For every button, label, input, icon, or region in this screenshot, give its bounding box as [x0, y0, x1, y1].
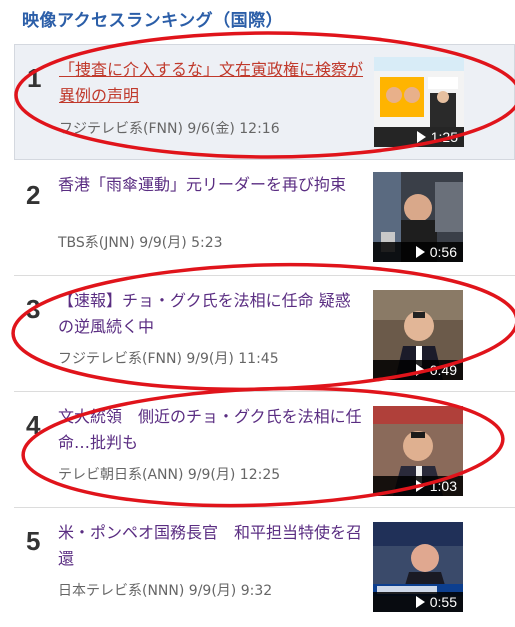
- source-timestamp: フジテレビ系(FNN) 9/9(月) 11:45: [58, 351, 279, 367]
- duration-badge: 1:25: [374, 127, 464, 147]
- rank-number: 3: [26, 294, 41, 324]
- article-title-link[interactable]: 「捜査に介入するな」文在寅政権に検察が異例の声明: [59, 57, 364, 109]
- ranking-item-3[interactable]: 3 【速報】チョ・グク氏を法相に任命 疑惑の逆風続く中 フジテレビ系(FNN) …: [14, 276, 515, 392]
- duration-badge: 1:03: [373, 476, 463, 496]
- article-title-link[interactable]: 【速報】チョ・グク氏を法相に任命 疑惑の逆風続く中: [58, 288, 363, 340]
- ranking-item-2[interactable]: 2 香港「雨傘運動」元リーダーを再び拘束 TBS系(JNN) 9/9(月) 5:…: [14, 160, 515, 276]
- rank-number: 4: [26, 410, 41, 440]
- rank-number: 1: [27, 63, 42, 93]
- video-thumbnail[interactable]: 1:03: [373, 406, 463, 496]
- duration-badge: 0:55: [373, 592, 463, 612]
- video-thumbnail[interactable]: 0:55: [373, 522, 463, 612]
- play-icon: [415, 480, 425, 492]
- ranking-item-4[interactable]: 4 文大統領 側近のチョ・グク氏を法相に任命…批判も テレビ朝日系(ANN) 9…: [14, 392, 515, 508]
- play-icon: [415, 364, 425, 376]
- video-duration: 1:03: [429, 478, 457, 494]
- video-duration: 0:49: [429, 362, 457, 378]
- play-icon: [415, 246, 425, 258]
- video-thumbnail[interactable]: 0:49: [373, 290, 463, 380]
- article-title-link[interactable]: 米・ポンペオ国務長官 和平担当特使を召還: [58, 520, 363, 572]
- video-duration: 1:25: [430, 129, 458, 145]
- video-duration: 0:55: [429, 594, 457, 610]
- article-title-link[interactable]: 文大統領 側近のチョ・グク氏を法相に任命…批判も: [58, 404, 363, 456]
- play-icon: [415, 596, 425, 608]
- rank-number: 2: [26, 180, 41, 210]
- source-timestamp: テレビ朝日系(ANN) 9/9(月) 12:25: [58, 467, 281, 483]
- rank-number: 5: [26, 526, 41, 556]
- play-icon: [416, 131, 426, 143]
- source-timestamp: 日本テレビ系(NNN) 9/9(月) 9:32: [58, 583, 273, 599]
- duration-badge: 0:49: [373, 360, 463, 380]
- video-thumbnail[interactable]: 0:56: [373, 172, 463, 262]
- video-duration: 0:56: [429, 244, 457, 260]
- source-timestamp: フジテレビ系(FNN) 9/6(金) 12:16: [59, 121, 280, 137]
- duration-badge: 0:56: [373, 242, 463, 262]
- article-title-link[interactable]: 香港「雨傘運動」元リーダーを再び拘束: [58, 172, 363, 198]
- video-thumbnail[interactable]: 1:25: [374, 57, 464, 147]
- source-timestamp: TBS系(JNN) 9/9(月) 5:23: [58, 235, 223, 251]
- ranking-heading: 映像アクセスランキング（国際）: [22, 11, 284, 31]
- ranking-item-5[interactable]: 5 米・ポンペオ国務長官 和平担当特使を召還 日本テレビ系(NNN) 9/9(月…: [14, 508, 515, 627]
- ranking-item-1[interactable]: 1 「捜査に介入するな」文在寅政権に検察が異例の声明 フジテレビ系(FNN) 9…: [14, 44, 515, 160]
